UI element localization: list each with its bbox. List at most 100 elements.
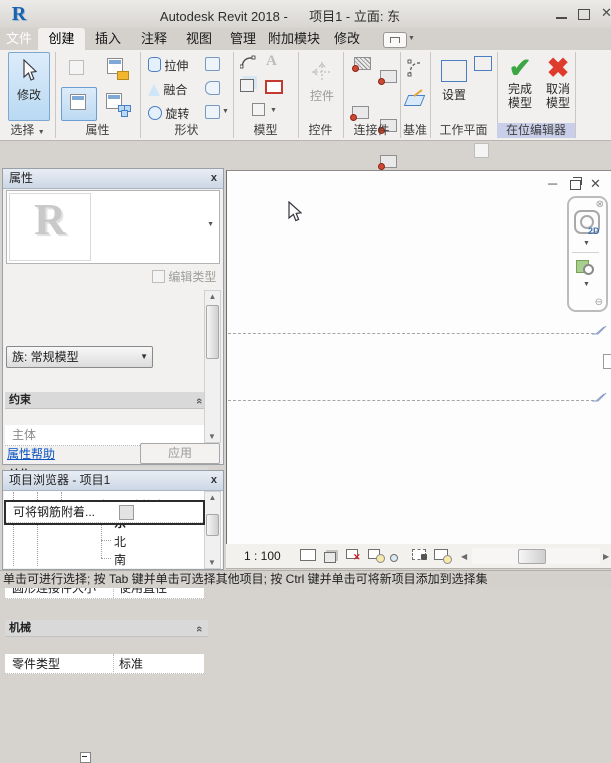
navbar-collapse-icon[interactable]: ⊖ bbox=[595, 297, 603, 308]
reveal-hidden-elements-icon[interactable] bbox=[434, 549, 450, 563]
tree-node-south[interactable]: 南 bbox=[114, 551, 126, 568]
tab-modify[interactable]: 修改 bbox=[327, 28, 367, 50]
mouse-cursor bbox=[287, 201, 302, 223]
family-combo[interactable]: 族: 常规模型 ▼ bbox=[6, 346, 153, 368]
level-line-2[interactable] bbox=[228, 400, 594, 401]
select-dropdown-icon[interactable]: ▼ bbox=[38, 129, 45, 136]
scale-button[interactable]: 1 : 100 bbox=[244, 549, 281, 563]
rebar-checkbox[interactable] bbox=[119, 505, 134, 520]
cancel-model-button[interactable]: ✖ 取消模型 bbox=[540, 53, 576, 121]
title-bar: R Autodesk Revit 2018 - 项目1 - 立面: 东 ✕ bbox=[0, 0, 611, 28]
void-forms-dropdown-icon[interactable]: ▼ bbox=[222, 108, 229, 115]
conduit-connector-button[interactable] bbox=[380, 155, 397, 168]
ribbon-minimize-caret-icon[interactable]: ▼ bbox=[408, 35, 415, 42]
browser-scrollbar[interactable]: ▲ ▼ bbox=[204, 491, 221, 569]
scrollbar-thumb[interactable] bbox=[206, 514, 219, 536]
section-header-mechanical[interactable]: 机械 « bbox=[5, 620, 208, 637]
family-category-parameters-button[interactable] bbox=[98, 87, 136, 121]
tab-file[interactable]: 文件 bbox=[0, 28, 38, 50]
properties-close-icon[interactable]: x bbox=[211, 169, 217, 188]
tab-insert[interactable]: 插入 bbox=[88, 28, 128, 50]
window-minimize-icon[interactable] bbox=[556, 17, 567, 19]
window-close-icon[interactable]: ✕ bbox=[601, 5, 611, 21]
properties-scrollbar[interactable]: ▲ ▼ bbox=[204, 290, 221, 443]
level-head-2[interactable] bbox=[592, 391, 608, 402]
view-window-minimize-icon[interactable]: ─ bbox=[548, 176, 557, 191]
extrude-button[interactable]: 拉伸 bbox=[148, 57, 188, 74]
duct-connector-button[interactable] bbox=[352, 106, 369, 119]
swept-blend-button[interactable] bbox=[205, 81, 220, 95]
type-selector-dropdown-icon[interactable]: ▼ bbox=[207, 221, 214, 228]
zoom-dropdown-icon[interactable]: ▼ bbox=[583, 281, 590, 288]
level-line-1[interactable] bbox=[228, 333, 594, 334]
view-window-close-icon[interactable]: ✕ bbox=[590, 176, 601, 192]
tab-view[interactable]: 视图 bbox=[179, 28, 219, 50]
void-forms-button[interactable] bbox=[205, 105, 220, 119]
scroll-down-icon[interactable]: ▼ bbox=[208, 558, 216, 567]
pipe-connector-button[interactable] bbox=[380, 70, 397, 83]
properties-palette-toggle-button[interactable] bbox=[61, 87, 97, 121]
hscroll-left-icon[interactable]: ◀ bbox=[461, 552, 467, 561]
opening-button[interactable] bbox=[265, 80, 283, 94]
scroll-up-icon[interactable]: ▲ bbox=[205, 292, 220, 301]
scrollbar-thumb[interactable] bbox=[518, 549, 546, 564]
collapse-chevron-icon[interactable]: « bbox=[191, 626, 207, 632]
tree-node-north[interactable]: 北 bbox=[114, 533, 126, 550]
project-browser-close-icon[interactable]: x bbox=[211, 471, 217, 490]
detail-level-icon[interactable] bbox=[300, 549, 316, 563]
level-tag-partial[interactable] bbox=[603, 354, 611, 369]
tree-expander-elevations[interactable] bbox=[80, 752, 91, 763]
show-workplane-button[interactable] bbox=[474, 56, 492, 71]
visual-style-icon[interactable] bbox=[323, 549, 339, 563]
tab-manage[interactable]: 管理 bbox=[223, 28, 263, 50]
blend-button[interactable]: 融合 bbox=[148, 81, 187, 98]
type-selector[interactable]: R ▼ bbox=[6, 190, 220, 264]
tab-annotate[interactable]: 注释 bbox=[133, 28, 175, 50]
panel-label-shape: 形状 bbox=[140, 123, 233, 138]
cancel-cross-icon: ✖ bbox=[541, 54, 575, 82]
model-group-dropdown-icon[interactable]: ▼ bbox=[270, 107, 277, 114]
reference-line-button[interactable] bbox=[406, 58, 424, 83]
scroll-up-icon[interactable]: ▲ bbox=[205, 493, 220, 502]
magnifier-icon bbox=[583, 264, 594, 275]
electrical-connector-button[interactable] bbox=[354, 57, 371, 70]
sweep-button[interactable] bbox=[205, 57, 220, 71]
wheel-dropdown-icon[interactable]: ▼ bbox=[583, 240, 590, 247]
finish-model-button[interactable]: ✔ 完成模型 bbox=[502, 53, 538, 121]
window-maximize-icon[interactable] bbox=[578, 9, 590, 20]
view-window-restore-icon[interactable] bbox=[570, 180, 581, 190]
revolve-button[interactable]: 旋转 bbox=[148, 105, 189, 122]
properties-palette-header[interactable]: 属性 x bbox=[3, 169, 223, 189]
reference-plane-button[interactable] bbox=[406, 95, 423, 106]
ribbon-minimize-button[interactable] bbox=[383, 32, 407, 48]
panel-label-inplace-editor: 在位编辑器 bbox=[497, 123, 575, 138]
family-combo-dropdown-icon[interactable]: ▼ bbox=[140, 347, 148, 367]
horizontal-scrollbar[interactable] bbox=[472, 548, 600, 564]
model-group-button[interactable] bbox=[252, 103, 265, 121]
sun-path-off-icon[interactable]: ✕ bbox=[346, 549, 362, 563]
tab-addins[interactable]: 附加模块 bbox=[265, 28, 323, 50]
crop-view-icon[interactable] bbox=[412, 549, 428, 563]
tab-create[interactable]: 创建 bbox=[38, 28, 85, 50]
modify-button[interactable]: 修改 bbox=[8, 52, 50, 121]
set-workplane-button[interactable]: 设置 bbox=[434, 53, 474, 121]
scrollbar-thumb[interactable] bbox=[206, 305, 219, 359]
navigation-bar[interactable]: ⊗ 2D ▼ ▼ ⊖ bbox=[567, 196, 608, 312]
panel-label-properties: 属性 bbox=[55, 123, 140, 138]
drawing-area[interactable] bbox=[226, 170, 611, 546]
properties-help-link[interactable]: 属性帮助 bbox=[7, 445, 55, 462]
family-types-button[interactable] bbox=[98, 52, 136, 87]
property-row-rebar-host[interactable]: 可将钢筋附着... bbox=[6, 502, 203, 523]
level-head-1[interactable] bbox=[592, 324, 608, 335]
navbar-close-icon[interactable]: ⊗ bbox=[596, 199, 604, 210]
property-row-part-type[interactable]: 零件类型 标准 bbox=[5, 654, 204, 674]
component-icon[interactable] bbox=[240, 79, 254, 92]
hscroll-right-icon[interactable]: ▶ bbox=[603, 552, 609, 561]
scroll-down-icon[interactable]: ▼ bbox=[208, 432, 216, 441]
temporary-hide-isolate-icon[interactable] bbox=[390, 549, 406, 563]
shadows-off-icon[interactable] bbox=[368, 549, 384, 563]
model-line-button[interactable] bbox=[240, 55, 256, 74]
panel-label-select[interactable]: 选择 ▼ bbox=[0, 123, 55, 138]
section-header-constraints[interactable]: 约束 « bbox=[5, 392, 208, 409]
project-browser-header[interactable]: 项目浏览器 - 项目1 x bbox=[3, 471, 223, 491]
